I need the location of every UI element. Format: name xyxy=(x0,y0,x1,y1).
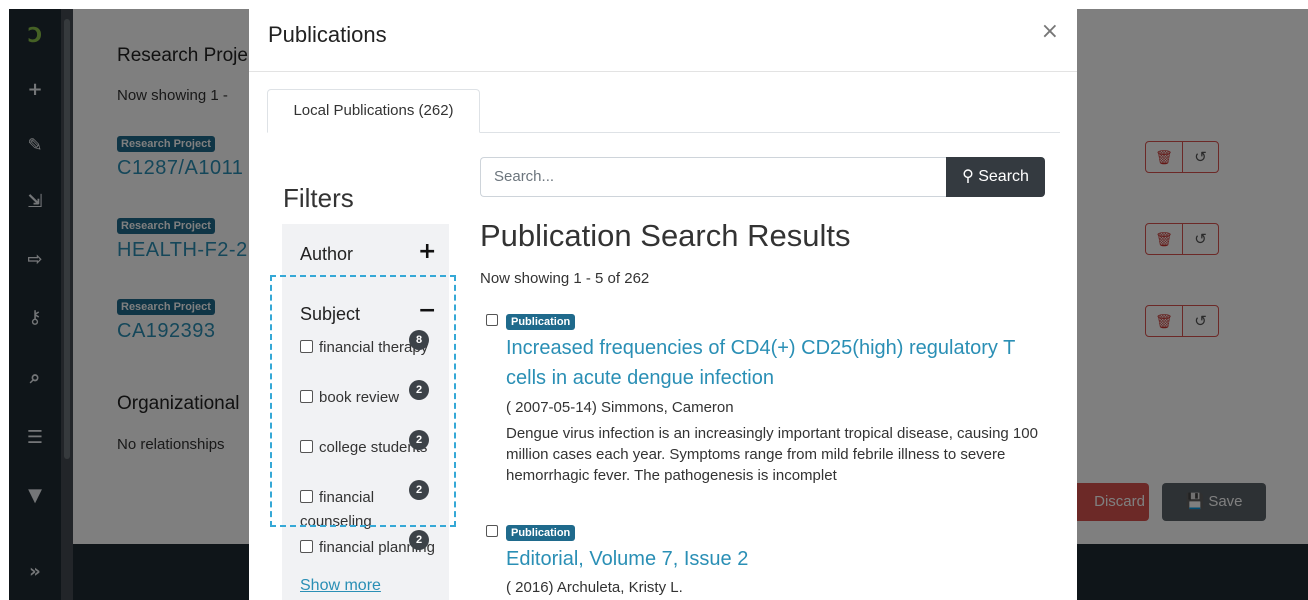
publication-badge: Publication xyxy=(506,525,576,541)
modal-header: Publications × xyxy=(249,9,1077,72)
tab-local-publications[interactable]: Local Publications (262) xyxy=(267,89,480,133)
count-badge: 2 xyxy=(409,530,429,550)
result-title-link[interactable]: Increased frequencies of CD4(+) CD25(hig… xyxy=(506,333,1046,393)
show-more-link[interactable]: Show more xyxy=(300,577,381,595)
text-fade xyxy=(919,467,1049,491)
results-count: Now showing 1 - 5 of 262 xyxy=(480,270,650,287)
result-checkbox[interactable] xyxy=(486,314,498,326)
result-meta: ( 2007-05-14) Simmons, Cameron xyxy=(506,399,734,416)
result-title-link[interactable]: Editorial, Volume 7, Issue 2 xyxy=(506,544,1046,574)
modal-title: Publications xyxy=(268,22,387,47)
search-button[interactable]: ⚲ Search xyxy=(946,157,1045,197)
text-fade xyxy=(919,575,1049,599)
results-title: Publication Search Results xyxy=(480,218,851,253)
result-checkbox[interactable] xyxy=(486,525,498,537)
subject-filter-highlight xyxy=(270,275,456,527)
publication-badge: Publication xyxy=(506,314,576,330)
filters-title: Filters xyxy=(283,183,354,213)
search-button-label: Search xyxy=(978,168,1029,185)
result-meta: ( 2016) Archuleta, Kristy L. xyxy=(506,579,683,596)
close-icon[interactable]: × xyxy=(1041,19,1059,44)
plus-icon[interactable]: + xyxy=(418,239,436,264)
checkbox[interactable] xyxy=(300,540,313,553)
search-input[interactable]: Search... xyxy=(480,157,947,197)
publications-modal: Publications × Local Publications (262) … xyxy=(249,9,1077,600)
author-filter-label[interactable]: Author xyxy=(300,244,353,265)
search-icon: ⚲ xyxy=(962,168,974,185)
text-fade xyxy=(919,395,1049,419)
